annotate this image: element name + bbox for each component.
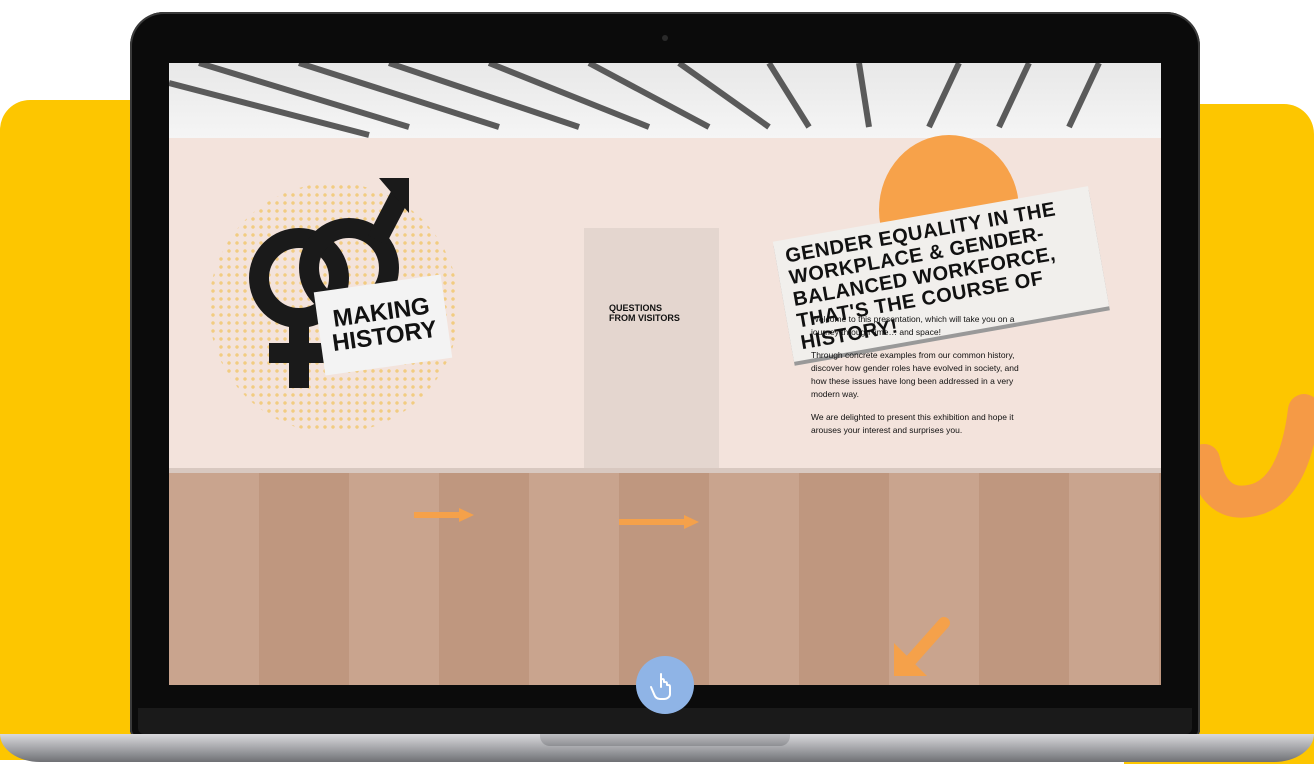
laptop-notch	[540, 734, 790, 746]
welcome-paragraph-2: Through concrete examples from our commo…	[811, 350, 1019, 399]
welcome-paragraph-3: We are delighted to present this exhibit…	[811, 412, 1014, 435]
floor-arrow-icon[interactable]	[414, 508, 474, 522]
floor-arrow-icon[interactable]	[889, 608, 959, 678]
hand-pointer-button[interactable]	[636, 656, 694, 714]
camera-dot	[662, 35, 668, 41]
making-history-sign: MAKING HISTORY	[313, 274, 453, 376]
ceiling-grid	[169, 63, 1102, 138]
exhibition-screen[interactable]: MAKING HISTORY QUESTIONS FROM VISITORS G…	[169, 63, 1161, 685]
hand-pointer-icon	[650, 673, 671, 700]
welcome-paragraph-1: Welcome to this presentation, which will…	[811, 314, 1015, 337]
orange-squiggle-decoration	[1194, 394, 1314, 518]
wooden-floor	[169, 473, 1161, 685]
floor-arrow-icon[interactable]	[619, 515, 699, 529]
questions-sign: QUESTIONS FROM VISITORS	[609, 303, 680, 323]
doorway	[584, 228, 719, 468]
welcome-text: Welcome to this presentation, which will…	[811, 313, 1036, 447]
ceiling	[169, 63, 1161, 138]
